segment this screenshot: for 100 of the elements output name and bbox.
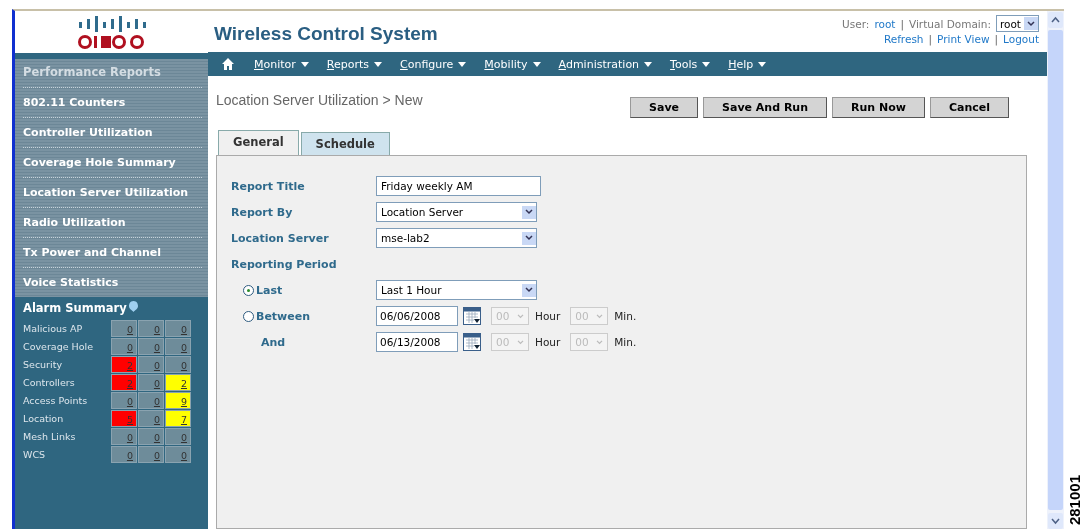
alarm-label: Security xyxy=(23,358,63,370)
nav-menu[interactable]: Monitor xyxy=(254,57,309,71)
alarm-count[interactable]: 0 xyxy=(111,427,137,445)
calendar-icon[interactable] xyxy=(463,333,481,351)
figure-number: 281001 xyxy=(1066,474,1083,525)
tab[interactable]: General xyxy=(218,130,299,156)
alarm-count[interactable]: 0 xyxy=(138,337,164,355)
tab[interactable]: Schedule xyxy=(300,132,390,155)
caret-icon xyxy=(702,61,711,67)
report-title-field[interactable]: Friday weekly AM xyxy=(376,176,541,196)
action-button[interactable]: Save xyxy=(630,97,699,118)
caret-icon xyxy=(758,61,767,67)
sidebar-item[interactable]: Coverage Hole Summary xyxy=(23,147,202,177)
select-field[interactable]: Location Server xyxy=(376,202,537,222)
separator: | xyxy=(928,33,933,45)
action-button[interactable]: Run Now xyxy=(832,97,925,118)
field-label: Report Title xyxy=(231,179,306,193)
sidebar-item[interactable]: Location Server Utilization xyxy=(23,177,202,207)
caret-icon xyxy=(300,61,309,67)
alarm-count[interactable]: 0 xyxy=(165,319,191,337)
header-link[interactable]: Refresh xyxy=(883,33,924,45)
sidebar-item[interactable]: 802.11 Counters xyxy=(23,87,202,117)
calendar-icon[interactable] xyxy=(463,307,481,325)
chevron-icon xyxy=(1027,20,1035,27)
caret-icon xyxy=(532,61,541,67)
chevron-icon xyxy=(525,287,533,293)
nav-menu[interactable]: Reports xyxy=(326,57,383,71)
caret-icon xyxy=(458,61,467,67)
alarm-count[interactable]: 0 xyxy=(111,337,137,355)
alarm-count[interactable]: 2 xyxy=(111,355,137,373)
alarm-count[interactable]: 5 xyxy=(111,409,137,427)
alarm-count[interactable]: 0 xyxy=(138,391,164,409)
alarm-label: Location xyxy=(23,412,65,424)
last-radio[interactable]: Last xyxy=(243,283,376,297)
info-icon[interactable] xyxy=(128,301,138,312)
nav-menu[interactable]: Configure xyxy=(400,57,467,71)
action-button[interactable]: Cancel xyxy=(929,97,1009,118)
domain-select[interactable]: root xyxy=(995,15,1039,32)
minute-label: Min. xyxy=(614,310,637,322)
select-field[interactable]: Last 1 Hour xyxy=(376,280,537,300)
start-date-field[interactable]: 06/06/2008 xyxy=(376,306,458,326)
alarm-count[interactable]: 0 xyxy=(138,355,164,373)
alarm-count[interactable]: 0 xyxy=(138,445,164,463)
user-link[interactable]: root xyxy=(874,17,896,30)
chevron-icon xyxy=(525,235,533,241)
app-title: Wireless Control System xyxy=(214,22,438,46)
action-button[interactable]: Save And Run xyxy=(703,97,828,118)
alarm-count[interactable]: 0 xyxy=(138,373,164,391)
alarm-label: Malicious AP xyxy=(23,322,84,334)
scrollbar[interactable] xyxy=(1047,11,1064,529)
nav-menu[interactable]: Administration xyxy=(558,57,653,71)
chevron-icon xyxy=(525,209,533,215)
chevron-icon xyxy=(517,313,524,319)
alarm-count[interactable]: 0 xyxy=(111,445,137,463)
alarm-count[interactable]: 7 xyxy=(165,409,191,427)
nav-menu[interactable]: Mobility xyxy=(484,57,541,71)
alarm-count[interactable]: 2 xyxy=(111,373,137,391)
field-label: Location Server xyxy=(231,231,330,245)
chevron-icon xyxy=(517,339,524,345)
home-icon[interactable] xyxy=(222,58,234,70)
chevron-icon xyxy=(596,339,604,345)
user-label: User: xyxy=(842,17,870,30)
alarm-count[interactable]: 2 xyxy=(165,373,191,391)
alarm-count[interactable]: 0 xyxy=(165,427,191,445)
separator: | xyxy=(994,33,999,45)
page-title: Location Server Utilization > New xyxy=(216,92,423,108)
nav-menu[interactable]: Help xyxy=(728,57,767,71)
hour-label: Hour xyxy=(535,336,561,348)
sidebar-item[interactable]: Tx Power and Channel xyxy=(23,237,202,267)
and-label: And xyxy=(260,335,287,349)
minute-label: Min. xyxy=(614,336,637,348)
alarm-label: WCS xyxy=(23,448,47,460)
alarm-label: Controllers xyxy=(23,376,76,388)
header-link[interactable]: Print View xyxy=(937,33,990,45)
alarm-count[interactable]: 0 xyxy=(111,391,137,409)
alarm-count[interactable]: 0 xyxy=(138,427,164,445)
header-link[interactable]: Logout xyxy=(1003,33,1039,45)
hour-label: Hour xyxy=(535,310,561,322)
alarm-count[interactable]: 9 xyxy=(165,391,191,409)
alarm-count[interactable]: 0 xyxy=(165,337,191,355)
alarm-count[interactable]: 0 xyxy=(138,319,164,337)
separator: | xyxy=(900,17,904,30)
alarm-label: Coverage Hole xyxy=(23,340,94,352)
nav-menu[interactable]: Tools xyxy=(670,57,711,71)
sidebar-item[interactable]: Radio Utilization xyxy=(23,207,202,237)
domain-label: Virtual Domain: xyxy=(909,17,991,30)
caret-icon xyxy=(644,61,653,67)
sidebar-item[interactable]: Controller Utilization xyxy=(23,117,202,147)
alarm-summary-title: Alarm Summary xyxy=(23,301,127,315)
section-label: Reporting Period xyxy=(231,257,338,271)
sidebar-heading: Performance Reports xyxy=(23,64,162,81)
alarm-label: Mesh Links xyxy=(23,430,77,442)
alarm-count[interactable]: 0 xyxy=(111,319,137,337)
select-field[interactable]: mse-lab2 xyxy=(376,228,537,248)
between-radio[interactable]: Between xyxy=(243,309,376,323)
alarm-count[interactable]: 0 xyxy=(138,409,164,427)
alarm-count[interactable]: 0 xyxy=(165,445,191,463)
alarm-count[interactable]: 0 xyxy=(165,355,191,373)
alarm-label: Access Points xyxy=(23,394,89,406)
end-date-field[interactable]: 06/13/2008 xyxy=(376,332,458,352)
